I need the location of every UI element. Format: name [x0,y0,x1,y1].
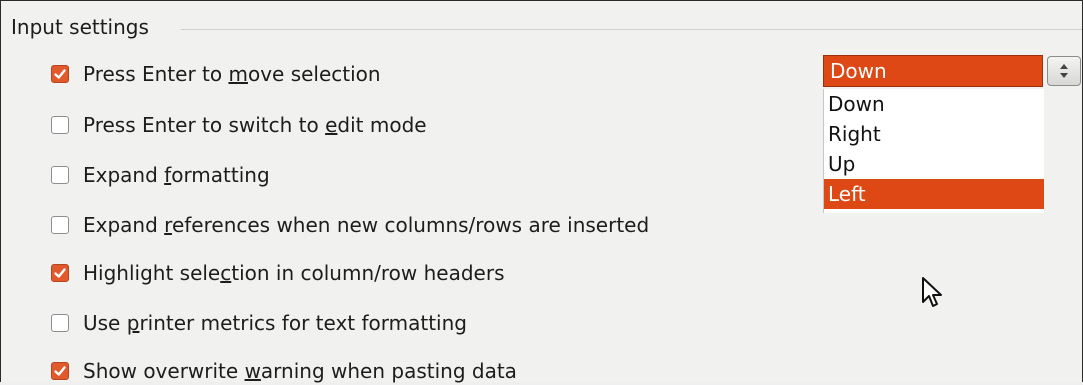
checkmark-icon [54,366,66,376]
combobox-value[interactable]: Down [823,55,1043,87]
checkbox[interactable] [51,314,69,332]
option-printer-metrics[interactable]: Use printer metrics for text formatting [51,309,467,337]
mouse-pointer-icon [922,277,942,307]
option-label: Expand references when new columns/rows … [83,213,650,237]
option-press-enter-edit-mode[interactable]: Press Enter to switch to edit mode [51,111,427,139]
checkbox[interactable] [51,362,69,380]
dropdown-option-up[interactable]: Up [824,149,1044,179]
up-down-arrows-icon [1060,64,1068,78]
checkbox[interactable] [51,216,69,234]
group-divider [181,29,1082,30]
option-press-enter-move-selection[interactable]: Press Enter to move selection [51,60,381,88]
option-label: Highlight selection in column/row header… [83,261,505,285]
move-direction-combobox[interactable]: Down [823,55,1083,89]
checkbox[interactable] [51,116,69,134]
dropdown-option-right[interactable]: Right [824,119,1044,149]
combobox-button[interactable] [1047,56,1081,86]
checkmark-icon [54,69,66,79]
checkmark-icon [54,268,66,278]
checkbox[interactable] [51,166,69,184]
option-label: Use printer metrics for text formatting [83,311,467,335]
checkbox[interactable] [51,65,69,83]
checkbox[interactable] [51,264,69,282]
option-label: Press Enter to switch to edit mode [83,113,427,137]
dropdown-option-down[interactable]: Down [824,89,1044,119]
input-settings-panel: Input settings Press Enter to move selec… [0,0,1083,385]
option-label: Show overwrite warning when pasting data [83,359,517,383]
group-title: Input settings [11,15,149,39]
option-highlight-selection[interactable]: Highlight selection in column/row header… [51,259,504,287]
combobox-dropdown-list: Down Right Up Left [823,89,1044,213]
option-expand-formatting[interactable]: Expand formatting [51,161,270,189]
option-overwrite-warning[interactable]: Show overwrite warning when pasting data [51,357,517,385]
option-label: Press Enter to move selection [83,62,381,86]
dropdown-option-left[interactable]: Left [824,179,1044,209]
option-label: Expand formatting [83,163,270,187]
option-expand-references[interactable]: Expand references when new columns/rows … [51,211,649,239]
